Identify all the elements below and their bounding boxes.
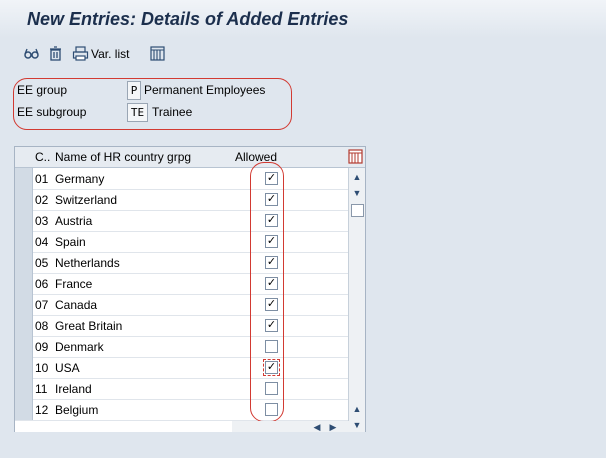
row-selector[interactable] — [15, 399, 33, 420]
ee-group-code[interactable]: P — [127, 81, 141, 100]
cell-code: 03 — [35, 214, 49, 228]
table-settings-icon[interactable] — [149, 45, 166, 62]
cell-code: 05 — [35, 256, 49, 270]
table-row[interactable]: 05 Netherlands ✓ — [15, 252, 348, 274]
row-selector[interactable] — [15, 210, 33, 231]
scroll-up-icon[interactable]: ▲ — [352, 172, 362, 182]
ee-group-label: EE group — [17, 83, 68, 97]
bottom-bar — [0, 432, 606, 458]
cell-code: 06 — [35, 277, 49, 291]
table-row[interactable]: 12 Belgium — [15, 399, 348, 421]
ee-subgroup-text: Trainee — [152, 105, 193, 119]
country-grouping-table: C.. Name of HR country grpg Allowed 01 Ge… — [14, 146, 366, 434]
printer-icon[interactable] — [72, 45, 89, 62]
column-header-code[interactable]: C.. — [35, 150, 50, 164]
toolbar: Var. list — [0, 40, 606, 67]
row-selector[interactable] — [15, 357, 33, 378]
row-selector[interactable] — [15, 252, 33, 273]
cell-code: 04 — [35, 235, 49, 249]
scroll-page-up-icon[interactable]: ▲ — [352, 404, 362, 414]
table-row[interactable]: 03 Austria ✓ — [15, 210, 348, 232]
cell-country-name: Germany — [55, 172, 105, 186]
row-selector[interactable] — [15, 336, 33, 357]
table-row[interactable]: 02 Switzerland ✓ — [15, 189, 348, 211]
row-selector[interactable] — [15, 231, 33, 252]
cell-country-name: Switzerland — [55, 193, 118, 207]
cell-code: 11 — [35, 382, 48, 396]
ee-subgroup-label: EE subgroup — [17, 105, 87, 119]
row-selector[interactable] — [15, 168, 33, 189]
table-header: C.. Name of HR country grpg Allowed — [15, 147, 365, 168]
ee-group-text: Permanent Employees — [144, 83, 266, 97]
cell-code: 07 — [35, 298, 49, 312]
cell-code: 08 — [35, 319, 49, 333]
title-bar: New Entries: Details of Added Entries — [0, 0, 606, 38]
column-header-name[interactable]: Name of HR country grpg — [55, 150, 191, 164]
table-row[interactable]: 09 Denmark — [15, 336, 348, 358]
page-title: New Entries: Details of Added Entries — [27, 9, 349, 29]
highlight-oval-allowed — [250, 162, 284, 422]
cell-code: 01 — [35, 172, 49, 186]
table-row[interactable]: 08 Great Britain ✓ — [15, 315, 348, 337]
cell-country-name: Austria — [55, 214, 93, 228]
table-row[interactable]: 07 Canada ✓ — [15, 294, 348, 316]
row-selector[interactable] — [15, 189, 33, 210]
row-selector[interactable] — [15, 294, 33, 315]
trash-icon[interactable] — [47, 45, 64, 62]
cell-code: 02 — [35, 193, 49, 207]
row-selector[interactable] — [15, 378, 33, 399]
cell-country-name: Belgium — [55, 403, 99, 417]
cell-country-name: Canada — [55, 298, 98, 312]
table-row[interactable]: 04 Spain ✓ — [15, 231, 348, 253]
cell-code: 12 — [35, 403, 49, 417]
row-selector[interactable] — [15, 273, 33, 294]
cell-country-name: Great Britain — [55, 319, 123, 333]
vertical-scrollbar[interactable]: ▲ ▼ ▲ ▼ — [348, 168, 365, 432]
row-selector[interactable] — [15, 315, 33, 336]
column-config-icon[interactable] — [348, 149, 363, 167]
cell-country-name: France — [55, 277, 93, 291]
scroll-thumb[interactable] — [351, 204, 364, 217]
table-row[interactable]: 06 France ✓ — [15, 273, 348, 295]
ee-subgroup-code[interactable]: TE — [127, 103, 148, 122]
scroll-down-icon[interactable]: ▼ — [352, 188, 362, 198]
cell-code: 09 — [35, 340, 49, 354]
cell-country-name: Denmark — [55, 340, 104, 354]
cell-country-name: Ireland — [55, 382, 92, 396]
cell-country-name: Netherlands — [55, 256, 120, 270]
glasses-icon[interactable] — [23, 45, 40, 62]
table-row[interactable]: 11 Ireland — [15, 378, 348, 400]
cell-country-name: Spain — [55, 235, 86, 249]
table-row[interactable]: 10 USA ✓ — [15, 357, 348, 379]
scroll-page-down-icon[interactable]: ▼ — [352, 420, 362, 430]
cell-code: 10 — [35, 361, 49, 375]
table-row[interactable]: 01 Germany ✓ — [15, 168, 348, 190]
cell-country-name: USA — [55, 361, 80, 375]
var-list-button[interactable]: Var. list — [91, 47, 129, 61]
